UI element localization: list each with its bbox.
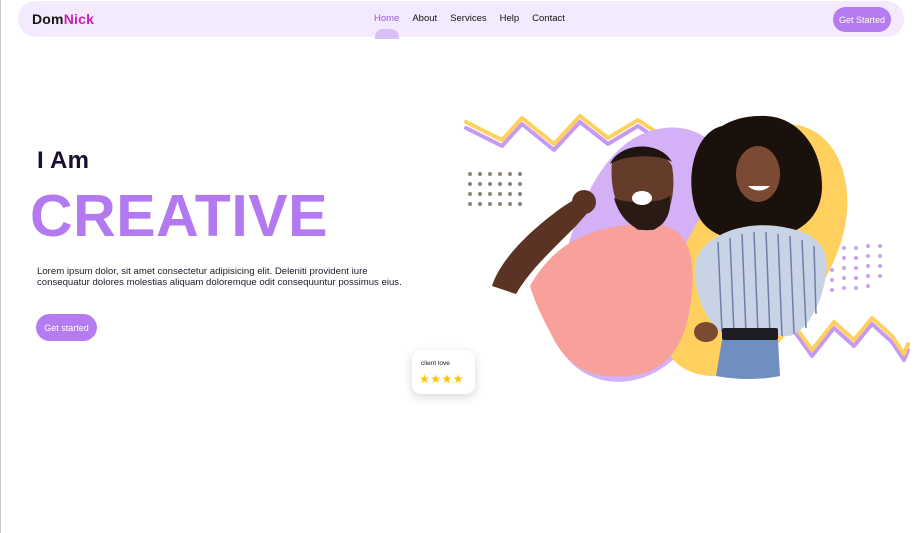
hero-get-started-button[interactable]: Get started: [36, 314, 97, 341]
client-love-label: client love: [421, 360, 450, 367]
nav-active-indicator: [375, 29, 399, 39]
dot-grid-gray: [468, 172, 522, 206]
logo-part-nick: Nick: [63, 11, 95, 27]
nav-get-started-button[interactable]: Get Started: [833, 7, 891, 32]
hero-intro: I Am: [37, 147, 90, 174]
nav-item-contact[interactable]: Contact: [532, 13, 565, 24]
navbar: DomNick Home About Services Help Contact…: [18, 1, 904, 39]
man-photo: [492, 146, 693, 377]
client-love-card: client love ★★★★: [412, 350, 475, 394]
nav-item-services[interactable]: Services: [450, 13, 486, 24]
page-left-border: [0, 0, 1, 533]
hero-artwork: [464, 114, 910, 382]
nav-item-home[interactable]: Home: [374, 13, 399, 24]
nav-links: Home About Services Help Contact: [374, 13, 565, 24]
logo[interactable]: DomNick: [32, 11, 94, 27]
hero-description: Lorem ipsum dolor, sit amet consectetur …: [37, 266, 402, 288]
zigzag-bottom-decoration: [790, 316, 910, 362]
rating-stars-icon: ★★★★: [419, 372, 465, 386]
hero-headline: CREATIVE: [30, 183, 328, 249]
nav-item-help[interactable]: Help: [500, 13, 520, 24]
nav-item-about[interactable]: About: [412, 13, 437, 24]
logo-part-dom: Dom: [32, 11, 64, 27]
